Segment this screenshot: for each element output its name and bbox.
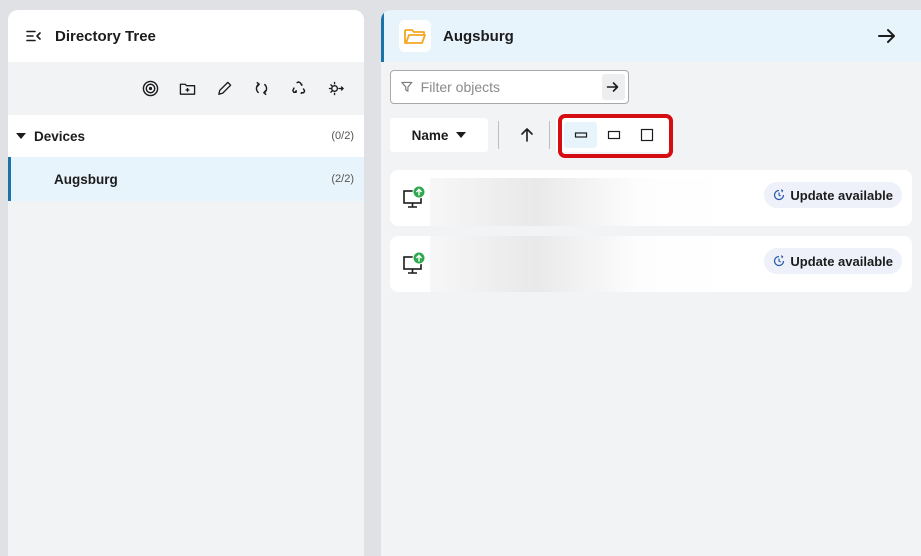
sync-icon: [255, 81, 268, 96]
status-badge-label: Update available: [790, 187, 893, 203]
folder-title: Augsburg: [443, 27, 514, 45]
move-button[interactable]: [317, 70, 354, 107]
target-button[interactable]: [132, 70, 169, 107]
move-icon: [328, 81, 344, 96]
status-badge[interactable]: Update available: [764, 182, 902, 208]
directory-tree: Devices (0/2) Augsburg (2/2): [8, 115, 364, 201]
arrow-right-icon: [878, 29, 895, 43]
edit-icon: [218, 81, 232, 95]
redacted-device-name: [430, 178, 730, 226]
tree-node-label: Augsburg: [54, 171, 118, 187]
collapse-sidebar-icon[interactable]: [26, 28, 42, 44]
target-icon: [142, 80, 159, 97]
list-item[interactable]: Update available: [390, 236, 912, 292]
sync-button[interactable]: [243, 70, 280, 107]
tree-toolbar: [8, 62, 364, 115]
arrow-right-icon: [607, 82, 619, 92]
sort-by-label: Name: [411, 127, 449, 143]
toolbar-divider: [549, 121, 550, 149]
tree-node-count: (2/2): [331, 173, 354, 185]
folder-contents-panel: Augsburg Name: [381, 10, 921, 556]
directory-tree-panel: Directory Tree Devices (0/2) Augsburg (2…: [8, 10, 364, 556]
recycle-icon: [292, 81, 306, 95]
filter-icon: [401, 81, 413, 92]
filter-row: [381, 62, 921, 112]
update-clock-icon: [774, 189, 785, 201]
edit-button[interactable]: [206, 70, 243, 107]
tree-node-count: (0/2): [331, 130, 354, 142]
update-clock-icon: [774, 255, 785, 267]
sort-by-dropdown[interactable]: Name: [390, 118, 488, 152]
tree-node-augsburg[interactable]: Augsburg (2/2): [8, 157, 364, 201]
apply-filter-button[interactable]: [601, 74, 625, 100]
directory-tree-title: Directory Tree: [55, 27, 156, 45]
list-item[interactable]: Update available: [390, 170, 912, 226]
medium-view-icon: [607, 130, 620, 140]
sort-view-toolbar: Name: [381, 112, 921, 158]
recycle-button[interactable]: [280, 70, 317, 107]
expand-caret-icon[interactable]: [16, 133, 26, 139]
chevron-down-icon: [456, 132, 467, 138]
status-badge-label: Update available: [790, 253, 893, 269]
medium-view-button[interactable]: [597, 122, 630, 148]
sort-direction-button[interactable]: [509, 118, 545, 152]
object-list: Update available Update available: [381, 158, 921, 292]
large-view-icon: [640, 128, 653, 142]
filter-input[interactable]: [420, 79, 602, 95]
tree-node-devices[interactable]: Devices (0/2): [8, 115, 364, 157]
compact-view-button[interactable]: [564, 122, 597, 148]
tree-node-label: Devices: [34, 128, 86, 144]
compact-view-icon: [574, 132, 587, 138]
filter-field: [390, 70, 629, 104]
new-folder-button[interactable]: [169, 70, 206, 107]
navigate-forward-button[interactable]: [867, 16, 907, 56]
view-mode-group: [556, 118, 671, 152]
directory-tree-header: Directory Tree: [8, 10, 364, 62]
device-update-icon: [403, 185, 426, 208]
toolbar-divider: [498, 121, 499, 149]
arrow-up-icon: [521, 128, 533, 142]
status-badge[interactable]: Update available: [764, 248, 902, 274]
device-update-icon: [403, 251, 426, 274]
new-folder-icon: [179, 83, 196, 95]
redacted-device-name: [430, 236, 730, 292]
large-view-button[interactable]: [630, 122, 663, 148]
folder-icon: [399, 20, 431, 52]
folder-header: Augsburg: [381, 10, 921, 62]
